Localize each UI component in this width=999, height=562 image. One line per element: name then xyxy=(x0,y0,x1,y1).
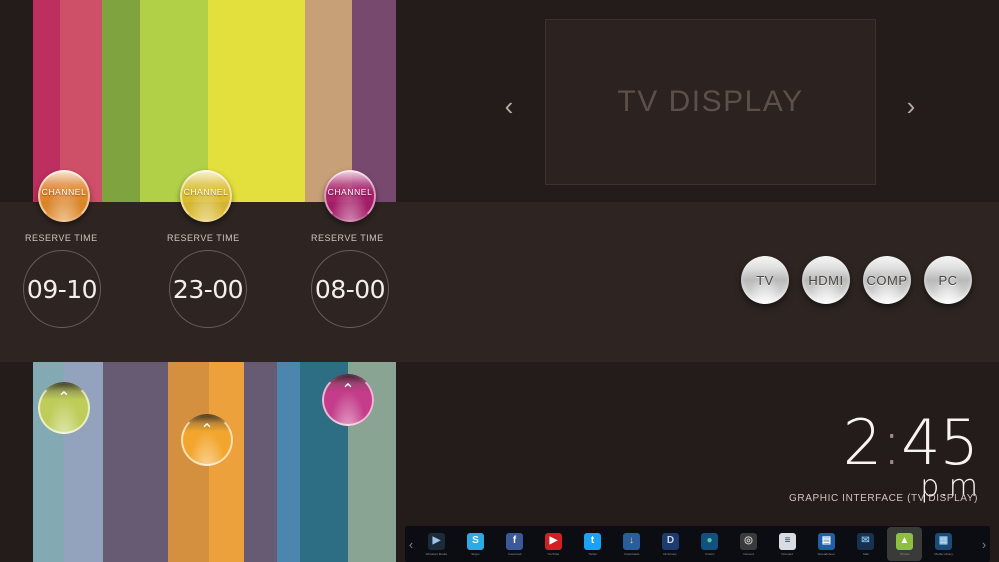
clock-colon: : xyxy=(881,406,902,479)
reserve-time-value-2: 23-00 xyxy=(172,274,244,304)
source-button-hdmi[interactable]: HDMI xyxy=(802,256,850,304)
taskbar-scroll-right-icon[interactable]: › xyxy=(978,538,990,551)
next-channel-arrow-icon[interactable]: › xyxy=(898,92,924,120)
tv-interface-screen: ‹ TV DISPLAY › CHANNEL CHANNEL CHANNEL R… xyxy=(0,0,999,562)
taskbar-item-label: YouTube xyxy=(547,551,560,556)
taskbar-item-label: Camera xyxy=(743,551,754,556)
reserve-time-value-1: 09-10 xyxy=(26,274,98,304)
top-band: ‹ TV DISPLAY › xyxy=(0,0,999,202)
reserve-time-dial-3[interactable]: 08-00 xyxy=(311,250,389,328)
bottom-stripe-6 xyxy=(244,362,277,562)
taskbar-item-label: Media Library xyxy=(934,551,953,556)
channel-knob-3[interactable]: CHANNEL xyxy=(324,170,376,222)
chevron-up-icon: ⌃ xyxy=(341,382,355,399)
interface-caption: GRAPHIC INTERFACE (TV DISPLAY) xyxy=(789,493,978,504)
tv-display-label: TV DISPLAY xyxy=(617,85,804,118)
taskbar-item-media-library[interactable]: ▦ Media Library xyxy=(926,527,961,561)
email-icon: ✉ xyxy=(857,532,874,550)
bottom-stripe-3 xyxy=(103,362,168,562)
taskbar-item-label: Mail xyxy=(862,551,869,556)
taskbar-scroll-left-icon[interactable]: ‹ xyxy=(405,538,417,551)
excel-icon: ▤ xyxy=(818,532,835,550)
top-stripe-5 xyxy=(208,0,305,202)
taskbar-item-excel[interactable]: ▤ Spreadsheet xyxy=(809,527,844,561)
taskbar-item-twitter[interactable]: t Twitter xyxy=(575,527,610,561)
taskbar-item-youtube[interactable]: ▶ YouTube xyxy=(536,527,571,561)
clock-time: 2:45 xyxy=(843,412,979,474)
tv-display-screen[interactable]: TV DISPLAY xyxy=(545,19,876,185)
taskbar-item-dictionary[interactable]: D Dictionary xyxy=(653,527,688,561)
channel-knob-label: CHANNEL xyxy=(183,187,229,197)
taskbar-item-facebook[interactable]: f Facebook xyxy=(497,527,532,561)
source-button-pc[interactable]: PC xyxy=(924,256,972,304)
reserve-time-label-1: RESERVE TIME xyxy=(25,233,98,243)
taskbar-items: ▶ Windows Media S Skype f Facebook ▶ YouTube t Tw… xyxy=(417,526,978,562)
chevron-up-icon: ⌃ xyxy=(57,390,71,407)
volume-up-knob-1[interactable]: ⌃ xyxy=(38,382,90,434)
bottom-stripe-7 xyxy=(277,362,300,562)
reserve-time-dial-2[interactable]: 23-00 xyxy=(169,250,247,328)
taskbar-item-label: Spreadsheet xyxy=(817,551,836,556)
taskbar-item-label: Dictionary xyxy=(663,551,678,556)
top-stripe-3 xyxy=(102,0,140,202)
skype-icon: S xyxy=(467,532,484,550)
source-label-tv: TV xyxy=(756,272,774,288)
photos-icon: ▲ xyxy=(896,532,913,550)
taskbar-item-label: Photos xyxy=(899,551,910,556)
channel-knob-1[interactable]: CHANNEL xyxy=(38,170,90,222)
downloads-icon: ↓ xyxy=(623,532,640,550)
taskbar-item-label: Twitter xyxy=(588,551,597,556)
reserve-time-label-2: RESERVE TIME xyxy=(167,233,240,243)
clock-hour: 2 xyxy=(842,406,882,479)
taskbar-item-camera[interactable]: ◎ Camera xyxy=(731,527,766,561)
firefox-icon: ● xyxy=(701,532,718,550)
media-library-icon: ▦ xyxy=(935,532,952,550)
taskbar-item-windows-media-player[interactable]: ▶ Windows Media xyxy=(419,527,454,561)
reserve-time-dial-1[interactable]: 09-10 xyxy=(23,250,101,328)
taskbar-item-firefox[interactable]: ● Firefox xyxy=(692,527,727,561)
reserve-time-value-3: 08-00 xyxy=(314,274,386,304)
twitter-icon: t xyxy=(584,532,601,550)
source-button-tv[interactable]: TV xyxy=(741,256,789,304)
channel-knob-label: CHANNEL xyxy=(327,187,373,197)
source-button-comp[interactable]: COMP xyxy=(863,256,911,304)
youtube-icon: ▶ xyxy=(545,532,562,550)
taskbar-item-downloads[interactable]: ↓ Downloads xyxy=(614,527,649,561)
tv-display-panel: ‹ TV DISPLAY › xyxy=(440,0,999,202)
notepad-icon: ≡ xyxy=(779,532,796,550)
clock-lower-row: GRAPHIC INTERFACE (TV DISPLAY) p.m xyxy=(789,472,978,506)
channel-knob-2[interactable]: CHANNEL xyxy=(180,170,232,222)
taskbar-item-label: Facebook xyxy=(507,551,522,556)
volume-up-knob-3[interactable]: ⌃ xyxy=(322,374,374,426)
previous-channel-arrow-icon[interactable]: ‹ xyxy=(496,92,522,120)
taskbar-item-notepad[interactable]: ≡ Notepad xyxy=(770,527,805,561)
taskbar-item-label: Firefox xyxy=(704,551,715,556)
taskbar-item-label: Skype xyxy=(471,551,480,556)
source-label-comp: COMP xyxy=(866,272,908,288)
clock-block: 2:45 GRAPHIC INTERFACE (TV DISPLAY) p.m xyxy=(789,412,979,506)
chevron-up-icon: ⌃ xyxy=(200,422,214,439)
source-label-hdmi: HDMI xyxy=(808,272,844,288)
taskbar-item-label: Notepad xyxy=(781,551,794,556)
taskbar-item-label: Windows Media xyxy=(425,551,448,556)
taskbar: ‹ ▶ Windows Media S Skype f Facebook ▶ YouTube t… xyxy=(405,526,990,562)
volume-up-knob-2[interactable]: ⌃ xyxy=(181,414,233,466)
camera-icon: ◎ xyxy=(740,532,757,550)
dictionary-icon: D xyxy=(662,532,679,550)
channel-knob-label: CHANNEL xyxy=(41,187,87,197)
taskbar-item-photos[interactable]: ▲ Photos xyxy=(887,527,922,561)
taskbar-item-skype[interactable]: S Skype xyxy=(458,527,493,561)
taskbar-item-label: Downloads xyxy=(624,551,639,556)
facebook-icon: f xyxy=(506,532,523,550)
windows-media-player-icon: ▶ xyxy=(428,532,445,550)
source-label-pc: PC xyxy=(938,272,958,288)
taskbar-item-email[interactable]: ✉ Mail xyxy=(848,527,883,561)
reserve-time-label-3: RESERVE TIME xyxy=(311,233,384,243)
